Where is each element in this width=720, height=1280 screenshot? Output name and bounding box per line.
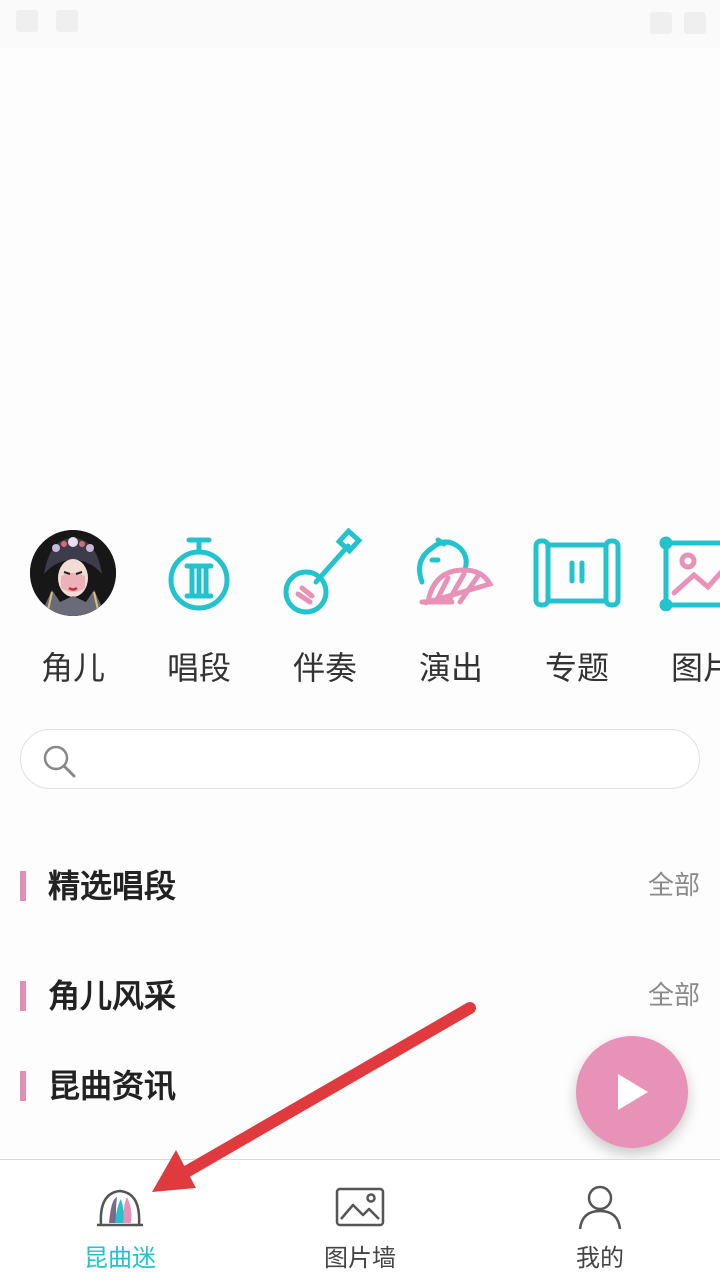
section-accent-bar (20, 981, 26, 1011)
category-label: 图片 (670, 649, 720, 687)
category-label: 演出 (418, 649, 483, 687)
nav-label: 昆曲迷 (84, 1244, 156, 1272)
category-topics[interactable]: 专题 (522, 528, 632, 698)
signal-icon (650, 12, 672, 34)
battery-icon (684, 12, 706, 34)
category-performers[interactable]: 角儿 (18, 528, 128, 698)
app-screen: 角儿 唱段 伴奏 演出 专题 图片 精选唱段 全部 角儿风采 全部 昆曲资讯 昆… (0, 0, 720, 1280)
bottom-nav: 昆曲迷 图片墙 我的 (0, 1159, 720, 1280)
scroll-icon (532, 528, 622, 618)
nav-label: 我的 (576, 1244, 624, 1272)
status-left (16, 10, 78, 32)
section-title: 精选唱段 (48, 867, 177, 905)
search-icon (43, 745, 76, 778)
image-icon (335, 1182, 385, 1232)
category-row: 角儿 唱段 伴奏 演出 专题 图片 (0, 528, 720, 698)
category-performances[interactable]: 演出 (396, 528, 506, 698)
user-icon (575, 1182, 625, 1232)
performer-avatar-icon (28, 528, 118, 618)
section-title: 角儿风采 (48, 977, 177, 1015)
section-accent-bar (20, 1071, 26, 1101)
opera-hat-fan-icon (406, 528, 496, 618)
notification-icon (16, 10, 38, 32)
lute-icon (154, 528, 244, 618)
category-label: 唱段 (166, 649, 231, 687)
view-all-link[interactable]: 全部 (648, 868, 700, 904)
status-right (650, 12, 706, 34)
view-all-link[interactable]: 全部 (648, 978, 700, 1014)
section-accent-bar (20, 871, 26, 901)
section-featured-arias: 精选唱段 全部 (0, 856, 720, 916)
category-label: 专题 (544, 649, 609, 687)
picture-frame-icon (658, 528, 720, 618)
status-bar (0, 0, 720, 48)
category-label: 角儿 (40, 649, 105, 687)
search-bar[interactable] (20, 729, 700, 789)
sync-icon (56, 10, 78, 32)
search-input[interactable] (91, 738, 681, 782)
category-label: 伴奏 (292, 649, 357, 687)
category-pictures[interactable]: 图片 (648, 528, 720, 698)
play-button[interactable] (576, 1036, 688, 1148)
category-accompaniment[interactable]: 伴奏 (270, 528, 380, 698)
nav-label: 图片墙 (324, 1244, 396, 1272)
sanxian-instrument-icon (280, 528, 370, 618)
kunqu-logo-icon (95, 1182, 145, 1232)
nav-tab-picture-wall[interactable]: 图片墙 (240, 1160, 480, 1280)
nav-tab-mine[interactable]: 我的 (480, 1160, 720, 1280)
play-icon (618, 1074, 648, 1110)
category-arias[interactable]: 唱段 (144, 528, 254, 698)
section-performer-showcase: 角儿风采 全部 (0, 966, 720, 1026)
nav-tab-kunqu-fan[interactable]: 昆曲迷 (0, 1160, 240, 1280)
section-title: 昆曲资讯 (48, 1067, 177, 1105)
